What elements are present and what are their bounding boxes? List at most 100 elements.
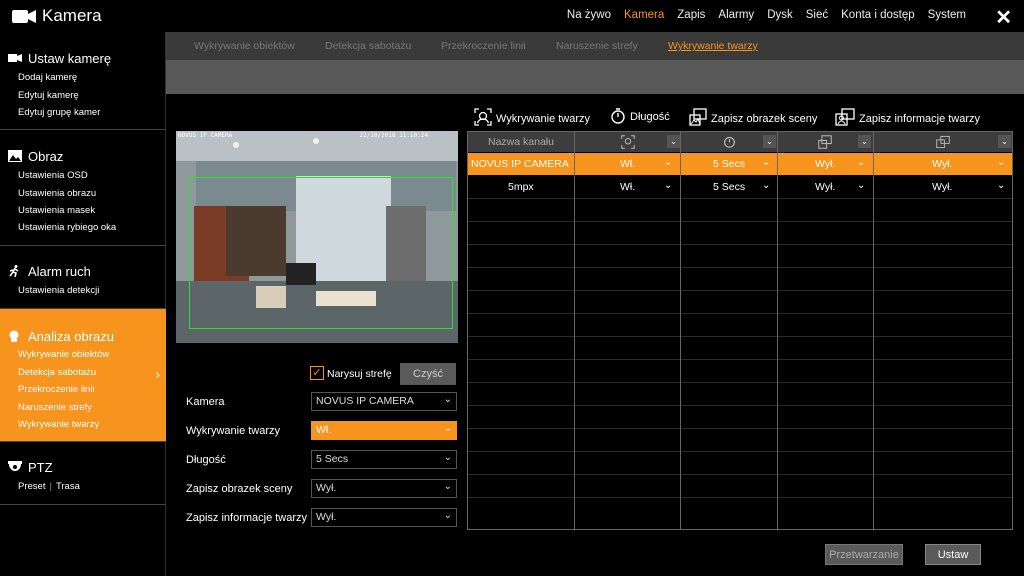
chevron-down-icon[interactable]: ⌄ <box>997 180 1005 191</box>
sidebar-section-ustaw: Ustaw kamerę Dodaj kamerę Edytuj kamerę … <box>0 32 166 130</box>
sidebar-item-tamper[interactable]: Detekcja sabotażu <box>18 367 96 378</box>
sidebar-section-analiza: Analiza obrazu Wykrywanie obiektów Detek… <box>0 309 166 442</box>
camera-label: Kamera <box>186 396 225 408</box>
row2-info[interactable]: Wył. <box>932 181 952 193</box>
process-button[interactable]: Przetwarzanie <box>825 544 903 565</box>
sidebar-item-osd[interactable]: Ustawienia OSD <box>18 170 88 181</box>
chevron-down-icon[interactable]: ⌄ <box>857 157 865 168</box>
channel-table: Nazwa kanału ⌄ ⌄ ⌄ ⌄ NOVUS IP CAMERA Wł.… <box>467 131 1013 530</box>
nav-alarms[interactable]: Alarmy <box>718 9 754 21</box>
sidebar-head-ptz[interactable]: PTZ <box>8 460 53 475</box>
col-scene-dropdown[interactable]: ⌄ <box>858 135 871 148</box>
clear-button[interactable]: Czyść <box>400 363 456 385</box>
top-bar: Kamera Na żywo Kamera Zapis Alarmy Dysk … <box>0 0 1024 32</box>
tab-face-detection[interactable]: Wykrywanie twarzy <box>668 40 758 52</box>
tab-zone-intrusion[interactable]: Naruszenie strefy <box>556 40 638 52</box>
col-face-dropdown[interactable]: ⌄ <box>667 135 680 148</box>
chevron-down-icon[interactable]: ⌄ <box>857 180 865 191</box>
sidebar-item-edit-camera[interactable]: Edytuj kamerę <box>18 90 79 101</box>
chevron-down-icon[interactable]: ⌄ <box>664 180 672 191</box>
camera-preview[interactable]: NOVUS IP CAMERA 22/10/2018 11:10:24 <box>176 131 458 343</box>
sidebar-head-alarm[interactable]: Alarm ruch <box>8 264 91 279</box>
col-length-dropdown[interactable]: ⌄ <box>763 135 776 148</box>
nav-network[interactable]: Sieć <box>806 9 828 21</box>
nav-accounts[interactable]: Konta i dostęp <box>841 9 915 21</box>
face-detection-select[interactable]: Wł. ⌄ <box>311 421 457 440</box>
camera-settings-icon <box>8 54 22 62</box>
set-button[interactable]: Ustaw <box>925 544 981 565</box>
app-title: Kamera <box>42 6 102 25</box>
face-info-select[interactable]: Wył. ⌄ <box>311 508 457 527</box>
face-detect-icon <box>621 135 635 149</box>
chevron-down-icon[interactable]: ⌄ <box>762 180 770 191</box>
toolbar-strip <box>166 60 1024 94</box>
sidebar-item-route[interactable]: Trasa <box>56 481 80 492</box>
sidebar-item-face-detection[interactable]: Wykrywanie twarzy <box>18 419 99 430</box>
nav-record[interactable]: Zapis <box>677 9 705 21</box>
sidebar-section-ptz: PTZ Preset | Trasa <box>0 442 166 505</box>
sidebar-item-preset[interactable]: Preset | Trasa <box>18 481 80 492</box>
scene-snapshot-label: Zapisz obrazek sceny <box>186 483 293 495</box>
dome-camera-icon <box>8 461 22 471</box>
row1-scene[interactable]: Wył. <box>815 158 835 170</box>
close-icon[interactable]: ✕ <box>995 5 1012 30</box>
nav-disk[interactable]: Dysk <box>767 9 793 21</box>
sidebar-item-detection-settings[interactable]: Ustawienia detekcji <box>18 285 99 296</box>
draw-zone-checkbox[interactable]: ✓ <box>310 366 324 380</box>
sidebar-item-fisheye[interactable]: Ustawienia rybiego oka <box>18 222 116 233</box>
chevron-down-icon: ⌄ <box>443 481 452 492</box>
camera-icon <box>12 10 36 23</box>
nav-live[interactable]: Na żywo <box>567 9 611 21</box>
row2-face[interactable]: Wł. <box>620 181 635 193</box>
row2-length[interactable]: 5 Secs <box>713 181 745 193</box>
row1-face[interactable]: Wł. <box>620 158 635 170</box>
col-heading-length: Długość <box>610 108 670 124</box>
timer-icon <box>724 136 735 148</box>
face-detect-icon <box>474 108 492 126</box>
sidebar-item-line-cross[interactable]: Przekroczenie linii <box>18 384 95 395</box>
col-header-channel-name: Nazwa kanału <box>488 136 554 148</box>
chevron-right-icon: › <box>155 366 160 382</box>
row2-channel-name: 5mpx <box>508 181 534 193</box>
length-label: Długość <box>186 454 226 466</box>
nav-camera[interactable]: Kamera <box>624 9 664 21</box>
sidebar-head-ustaw[interactable]: Ustaw kamerę <box>8 51 111 66</box>
top-nav: Na żywo Kamera Zapis Alarmy Dysk Sieć Ko… <box>554 9 966 21</box>
row1-length[interactable]: 5 Secs <box>713 158 745 170</box>
table-header: Nazwa kanału ⌄ ⌄ ⌄ ⌄ <box>468 132 1012 152</box>
tab-line-cross[interactable]: Przekroczenie linii <box>441 40 526 52</box>
sidebar-item-add-camera[interactable]: Dodaj kamerę <box>18 72 77 83</box>
chevron-down-icon[interactable]: ⌄ <box>997 157 1005 168</box>
face-detection-label: Wykrywanie twarzy <box>186 425 281 437</box>
sidebar-item-masks[interactable]: Ustawienia masek <box>18 205 95 216</box>
sidebar-head-analiza[interactable]: Analiza obrazu <box>8 329 114 344</box>
sidebar-item-object-detection[interactable]: Wykrywanie obiektów <box>18 349 109 360</box>
analysis-icon <box>9 330 19 342</box>
sidebar-head-obraz[interactable]: Obraz <box>8 149 63 164</box>
chevron-down-icon[interactable]: ⌄ <box>762 157 770 168</box>
scene-snapshot-select[interactable]: Wył. ⌄ <box>311 479 457 498</box>
face-info-icon <box>936 135 950 149</box>
face-info-icon <box>835 108 855 126</box>
tab-object-detection[interactable]: Wykrywanie obiektów <box>194 40 295 52</box>
length-select[interactable]: 5 Secs ⌄ <box>311 450 457 469</box>
camera-select[interactable]: NOVUS IP CAMERA ⌄ <box>311 392 457 411</box>
sidebar-item-image-settings[interactable]: Ustawienia obrazu <box>18 188 96 199</box>
subtabs: Wykrywanie obiektów Detekcja sabotażu Pr… <box>166 32 1024 60</box>
sidebar-item-edit-group[interactable]: Edytuj grupę kamer <box>18 107 100 118</box>
detection-zone[interactable] <box>189 177 453 329</box>
sidebar-section-obraz: Obraz Ustawienia OSD Ustawienia obrazu U… <box>0 130 166 246</box>
save-scene-icon <box>818 135 832 149</box>
timer-icon <box>611 108 625 124</box>
chevron-down-icon: ⌄ <box>443 423 452 434</box>
tab-tamper[interactable]: Detekcja sabotażu <box>325 40 411 52</box>
row1-info[interactable]: Wył. <box>932 158 952 170</box>
sidebar: Ustaw kamerę Dodaj kamerę Edytuj kamerę … <box>0 32 166 576</box>
sidebar-item-zone-intrusion[interactable]: Naruszenie strefy <box>18 402 92 413</box>
col-info-dropdown[interactable]: ⌄ <box>998 135 1011 148</box>
osd-timestamp: 22/10/2018 11:10:24 <box>359 132 428 139</box>
nav-system[interactable]: System <box>928 9 966 21</box>
chevron-down-icon[interactable]: ⌄ <box>664 157 672 168</box>
running-man-icon <box>9 265 19 277</box>
row2-scene[interactable]: Wył. <box>815 181 835 193</box>
